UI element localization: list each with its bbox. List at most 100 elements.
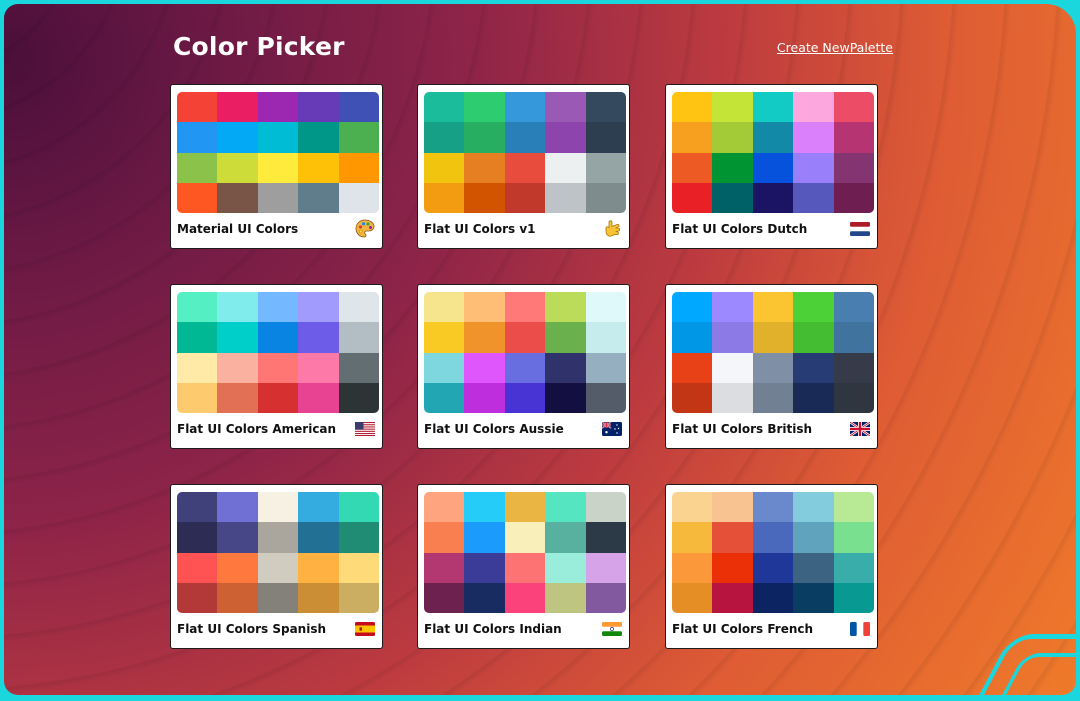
- color-swatch: [833, 322, 874, 353]
- palette-card[interactable]: Flat UI Colors Spanish: [170, 484, 383, 649]
- color-swatch: [545, 492, 586, 523]
- color-swatch: [217, 122, 258, 153]
- color-swatch: [504, 322, 546, 353]
- palette-card[interactable]: Material UI Colors: [170, 84, 383, 249]
- color-swatch: [752, 582, 794, 613]
- color-swatch: [585, 322, 626, 353]
- color-swatch: [338, 352, 379, 383]
- palette-card[interactable]: Flat UI Colors American: [170, 284, 383, 449]
- color-swatch: [464, 492, 505, 523]
- color-swatch: [712, 382, 753, 413]
- color-swatch: [217, 522, 258, 553]
- color-swatch: [424, 552, 465, 583]
- color-swatch: [464, 182, 505, 213]
- color-swatch: [464, 122, 505, 153]
- color-swatch: [424, 182, 465, 213]
- palette-footer: Material UI Colors: [177, 216, 376, 242]
- palette-swatches: [177, 492, 379, 613]
- palette-swatches: [672, 292, 874, 413]
- color-swatch: [257, 352, 299, 383]
- color-swatch: [177, 122, 218, 153]
- color-swatch: [338, 92, 379, 123]
- color-swatch: [712, 582, 753, 613]
- france-flag-icon: [849, 618, 871, 640]
- color-swatch: [504, 522, 546, 553]
- color-swatch: [464, 582, 505, 613]
- palette-card[interactable]: Flat UI Colors Aussie: [417, 284, 630, 449]
- color-swatch: [833, 152, 874, 183]
- color-swatch: [217, 92, 258, 123]
- color-swatch: [585, 122, 626, 153]
- color-swatch: [585, 582, 626, 613]
- color-swatch: [712, 522, 753, 553]
- palette-card[interactable]: Flat UI Colors Dutch: [665, 84, 878, 249]
- color-swatch: [298, 582, 339, 613]
- color-swatch: [464, 152, 505, 183]
- color-swatch: [585, 92, 626, 123]
- color-swatch: [464, 292, 505, 323]
- color-swatch: [504, 492, 546, 523]
- color-swatch: [545, 522, 586, 553]
- color-swatch: [793, 582, 834, 613]
- palette-footer: Flat UI Colors Indian: [424, 616, 623, 642]
- palette-footer: Flat UI Colors Spanish: [177, 616, 376, 642]
- color-swatch: [424, 322, 465, 353]
- color-swatch: [585, 152, 626, 183]
- color-swatch: [504, 152, 546, 183]
- palette-card[interactable]: Flat UI Colors Indian: [417, 484, 630, 649]
- color-swatch: [585, 292, 626, 323]
- color-swatch: [504, 292, 546, 323]
- color-swatch: [672, 492, 713, 523]
- color-swatch: [177, 582, 218, 613]
- color-swatch: [257, 182, 299, 213]
- color-swatch: [298, 182, 339, 213]
- color-swatch: [424, 382, 465, 413]
- color-swatch: [217, 552, 258, 583]
- color-swatch: [217, 182, 258, 213]
- color-swatch: [752, 382, 794, 413]
- color-swatch: [217, 382, 258, 413]
- color-swatch: [712, 352, 753, 383]
- color-swatch: [338, 322, 379, 353]
- color-swatch: [338, 122, 379, 153]
- color-swatch: [752, 292, 794, 323]
- color-swatch: [424, 92, 465, 123]
- color-swatch: [424, 152, 465, 183]
- palette-footer: Flat UI Colors v1: [424, 216, 623, 242]
- palette-grid: Material UI Colors Flat UI Colors v1 Fla…: [170, 84, 880, 650]
- palette-name: Flat UI Colors Dutch: [672, 222, 808, 236]
- color-swatch: [504, 92, 546, 123]
- color-swatch: [585, 552, 626, 583]
- color-swatch: [177, 522, 218, 553]
- palette-card[interactable]: Flat UI Colors French: [665, 484, 878, 649]
- color-swatch: [672, 352, 713, 383]
- color-swatch: [298, 522, 339, 553]
- palette-card[interactable]: Flat UI Colors v1: [417, 84, 630, 249]
- color-swatch: [257, 122, 299, 153]
- color-swatch: [793, 552, 834, 583]
- spain-flag-icon: [354, 618, 376, 640]
- color-swatch: [177, 322, 218, 353]
- uk-flag-icon: [849, 418, 871, 440]
- palette-name: Flat UI Colors American: [177, 422, 337, 436]
- artist-palette-icon: [354, 218, 376, 240]
- color-swatch: [672, 552, 713, 583]
- color-swatch: [833, 522, 874, 553]
- palette-card[interactable]: Flat UI Colors British: [665, 284, 878, 449]
- color-swatch: [672, 322, 713, 353]
- color-swatch: [504, 382, 546, 413]
- color-swatch: [712, 322, 753, 353]
- color-swatch: [545, 152, 586, 183]
- netherlands-flag-icon: [849, 218, 871, 240]
- palette-name: Flat UI Colors Spanish: [177, 622, 327, 636]
- color-swatch: [712, 292, 753, 323]
- color-swatch: [298, 382, 339, 413]
- create-new-palette-link[interactable]: Create NewPalette: [777, 40, 893, 55]
- color-swatch: [217, 492, 258, 523]
- color-swatch: [464, 322, 505, 353]
- color-swatch: [424, 122, 465, 153]
- india-flag-icon: [601, 618, 623, 640]
- color-swatch: [257, 292, 299, 323]
- color-swatch: [672, 582, 713, 613]
- color-swatch: [257, 522, 299, 553]
